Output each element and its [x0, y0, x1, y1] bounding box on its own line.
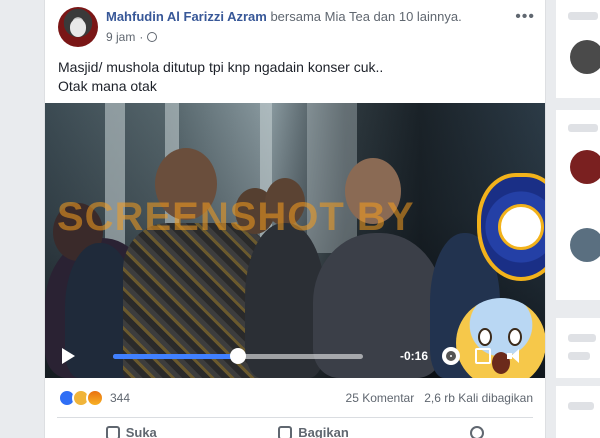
- author-name-link[interactable]: Mahfudin Al Farizzi Azram: [106, 9, 267, 24]
- comments-count-link[interactable]: 25 Komentar: [346, 391, 415, 405]
- post-meta: 9 jam ·: [106, 30, 158, 44]
- post-timestamp[interactable]: 9 jam: [106, 30, 135, 44]
- action-divider: [57, 417, 533, 418]
- volume-icon[interactable]: [507, 348, 525, 364]
- sep-dot: ·: [139, 30, 144, 44]
- sidebar-avatar-3[interactable]: [570, 228, 600, 262]
- progress-fill: [113, 354, 238, 359]
- post-header: Mahfudin Al Farizzi Azram bersama Mia Te…: [106, 9, 462, 24]
- feed-post: Mahfudin Al Farizzi Azram bersama Mia Te…: [44, 0, 546, 438]
- share-button-label: Bagikan: [298, 425, 349, 438]
- progress-bar[interactable]: [113, 348, 363, 364]
- audience-selector[interactable]: [470, 425, 485, 438]
- reactions-summary[interactable]: 344: [58, 389, 130, 407]
- video-player[interactable]: SCREENSHOT BY -0:16: [45, 103, 545, 378]
- share-button[interactable]: Bagikan: [278, 425, 349, 438]
- profile-avatar-icon: [470, 425, 485, 438]
- time-remaining: -0:16: [400, 349, 429, 363]
- progress-thumb[interactable]: [230, 348, 246, 364]
- video-controls: -0:16: [45, 334, 545, 378]
- author-avatar[interactable]: [58, 7, 98, 47]
- gear-icon[interactable]: [442, 347, 460, 365]
- shares-count-link[interactable]: 2,6 rb Kali dibagikan: [424, 391, 533, 405]
- right-sidebar: [556, 0, 600, 438]
- sidebar-avatar-2[interactable]: [570, 150, 600, 184]
- like-button[interactable]: Suka: [105, 425, 157, 438]
- fullscreen-expand-icon[interactable]: [475, 348, 491, 364]
- like-button-label: Suka: [125, 425, 157, 438]
- reaction-count: 344: [110, 391, 131, 405]
- post-text-line-1: Masjid/ mushola ditutup tpi knp ngadain …: [58, 59, 384, 75]
- sidebar-card-2: [556, 110, 600, 300]
- thumbs-up-icon: [105, 425, 120, 438]
- sidebar-card-1: [556, 0, 600, 98]
- post-stats: 25 Komentar 2,6 rb Kali dibagikan: [346, 391, 533, 405]
- share-arrow-icon: [278, 425, 293, 438]
- post-body: Masjid/ mushola ditutup tpi knp ngadain …: [58, 58, 383, 96]
- post-text-line-2: Otak mana otak: [58, 78, 157, 94]
- sidebar-card-3: [556, 318, 600, 378]
- sidebar-avatar-1[interactable]: [570, 40, 600, 74]
- tagged-with-text[interactable]: bersama Mia Tea dan 10 lainnya.: [270, 9, 461, 24]
- screenshot-watermark: SCREENSHOT BY: [57, 195, 415, 239]
- post-actions: Suka Bagikan: [45, 425, 545, 438]
- globe-icon: [147, 32, 158, 42]
- more-options-icon[interactable]: •••: [515, 8, 535, 26]
- angry-reaction-icon: [86, 389, 104, 407]
- play-icon[interactable]: [62, 348, 75, 364]
- sidebar-card-4: [556, 386, 600, 438]
